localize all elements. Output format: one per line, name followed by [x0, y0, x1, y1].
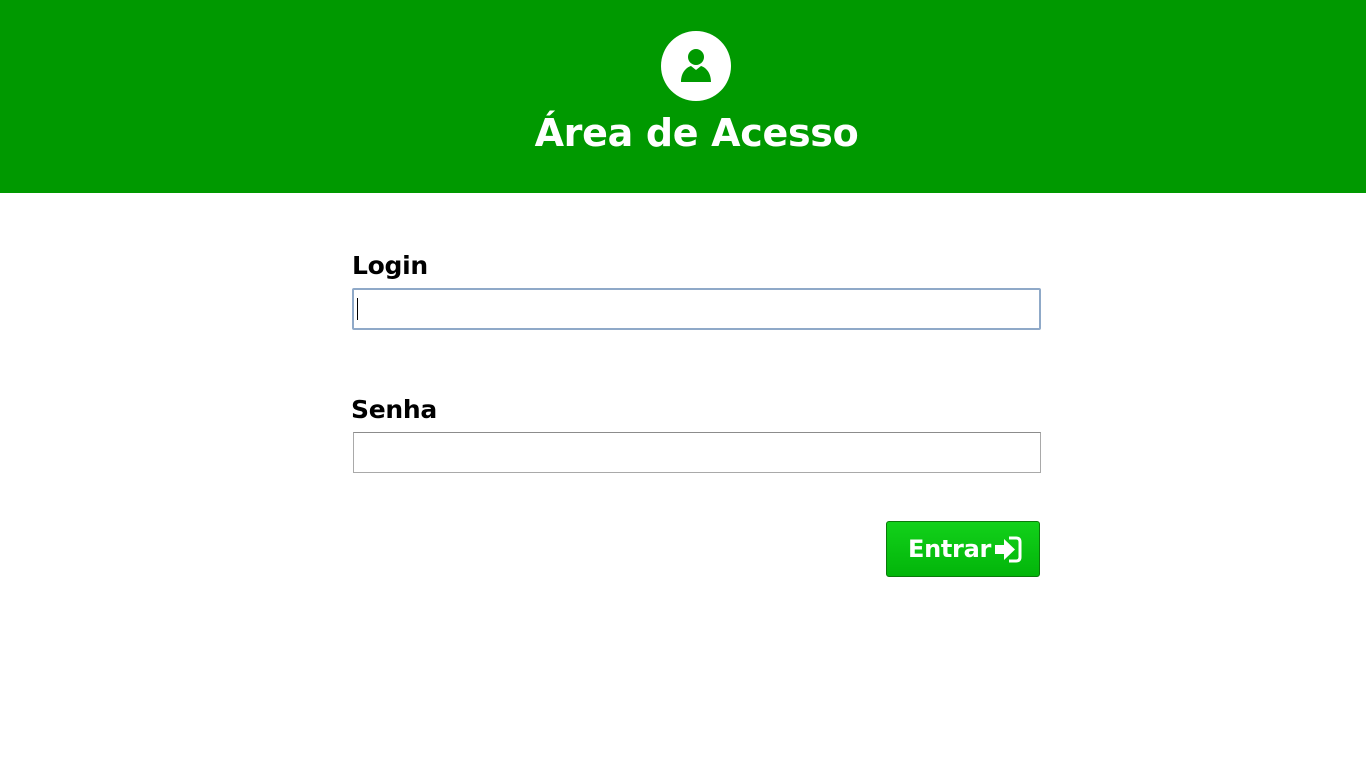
page-title: Área de Acesso — [534, 111, 859, 155]
senha-input[interactable] — [353, 432, 1041, 473]
login-input[interactable] — [352, 288, 1041, 330]
text-caret — [357, 298, 358, 320]
user-icon — [681, 49, 711, 82]
sign-in-icon — [995, 536, 1022, 563]
enter-button[interactable]: Entrar — [886, 521, 1040, 577]
avatar — [661, 31, 731, 101]
login-label: Login — [352, 251, 428, 280]
header-banner: Área de Acesso — [0, 0, 1366, 193]
senha-label: Senha — [351, 395, 437, 424]
enter-button-label: Entrar — [908, 535, 992, 563]
